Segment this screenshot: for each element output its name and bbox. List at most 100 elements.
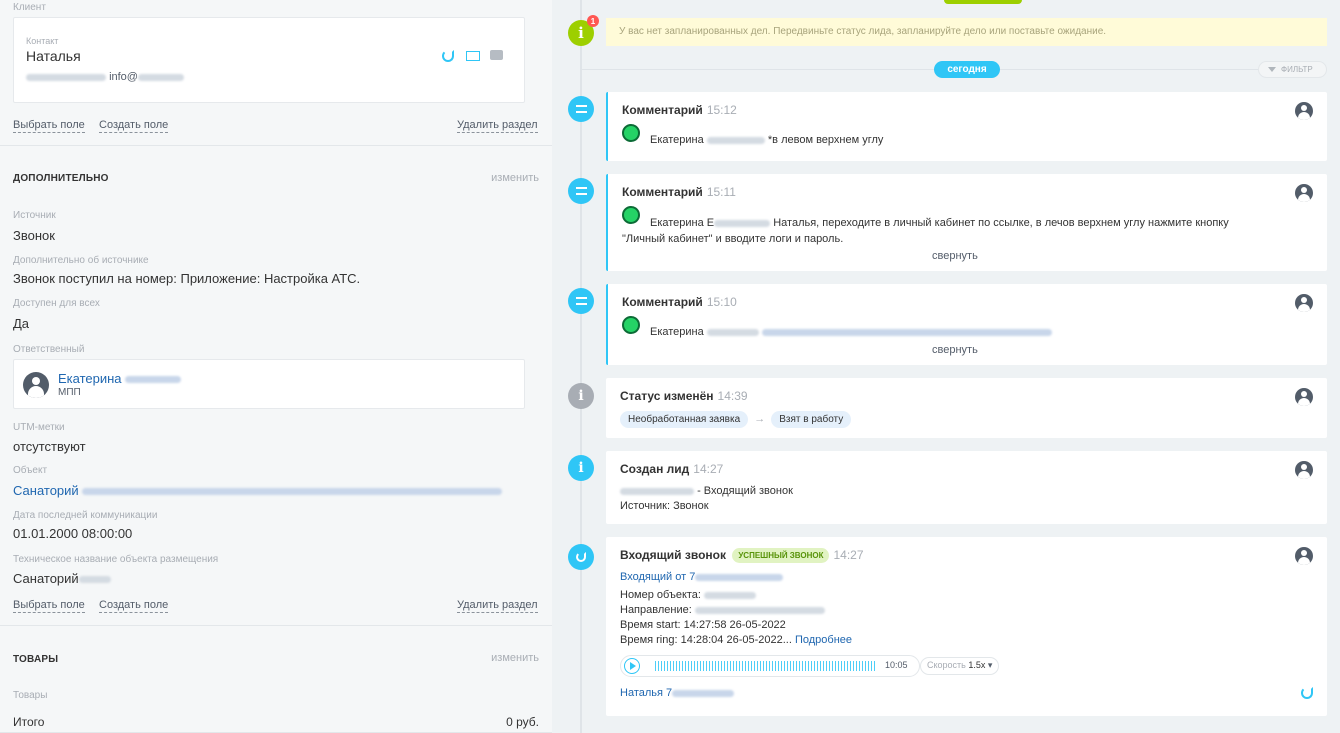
comment-text-1: Екатерина *в левом верхнем углу bbox=[650, 134, 884, 146]
user-icon-2[interactable] bbox=[1295, 184, 1313, 202]
responsible-label: Ответственный bbox=[13, 344, 85, 355]
collapse-link-2[interactable]: свернуть bbox=[932, 250, 978, 262]
phone-blurred bbox=[26, 73, 106, 81]
comment-item-3: Комментарий 15:10 Екатерина свернуть bbox=[606, 284, 1327, 365]
extra-heading: ДОПОЛНИТЕЛЬНО bbox=[13, 173, 109, 184]
responsible-role: МПП bbox=[58, 387, 81, 398]
left-panel: Клиент Контакт Наталья info@ Выбрать пол… bbox=[0, 0, 552, 733]
create-field-link[interactable]: Создать поле bbox=[99, 119, 169, 133]
user-icon-1[interactable] bbox=[1295, 102, 1313, 120]
utm-value: отсутствуют bbox=[13, 439, 86, 454]
speed-selector[interactable]: Скорость 1.5x ▾ bbox=[920, 657, 1000, 675]
comment-title-1: Комментарий 15:12 bbox=[622, 103, 737, 117]
call-item: Входящий звонок УСПЕШНЫЙ ЗВОНОК 14:27 Вхо… bbox=[606, 537, 1327, 716]
responsible-name[interactable]: Екатерина bbox=[58, 371, 182, 386]
call-ring: Время ring: 14:28:04 26-05-2022... Подро… bbox=[620, 634, 853, 646]
lead-line-1: - Входящий звонок bbox=[620, 485, 793, 497]
comment-text-3: Екатерина bbox=[650, 326, 1052, 338]
collapse-link-3[interactable]: свернуть bbox=[932, 344, 978, 356]
comment-icon-1 bbox=[568, 96, 594, 122]
object-value[interactable]: Санаторий bbox=[13, 483, 503, 498]
top-stage-button[interactable] bbox=[944, 0, 1022, 4]
whatsapp-icon-3 bbox=[622, 316, 640, 334]
whatsapp-icon-1 bbox=[622, 124, 640, 142]
filter-label: ФИЛЬТР bbox=[1281, 65, 1313, 74]
delete-section-link[interactable]: Удалить раздел bbox=[457, 119, 538, 133]
whatsapp-icon-2 bbox=[622, 206, 640, 224]
call-direction: Направление: bbox=[620, 604, 825, 616]
total-label: Итого bbox=[13, 715, 45, 729]
contact-name[interactable]: Наталья bbox=[26, 48, 81, 64]
source-extra-label: Дополнительно об источнике bbox=[13, 255, 149, 266]
tech-name-value: Санаторий bbox=[13, 571, 111, 586]
goods-heading: ТОВАРЫ bbox=[13, 654, 59, 665]
contact-email[interactable]: info@ bbox=[109, 71, 138, 83]
status-from: Необработанная заявка bbox=[620, 411, 749, 428]
contact-label: Контакт bbox=[26, 36, 59, 46]
call-back-icon[interactable] bbox=[1301, 687, 1313, 699]
lead-item: Создан лид 14:27 - Входящий звонок Источн… bbox=[606, 451, 1327, 524]
call-title: Входящий звонок УСПЕШНЫЙ ЗВОНОК 14:27 bbox=[620, 548, 864, 563]
status-change: Необработанная заявка → Взят в работу bbox=[620, 411, 852, 428]
call-from[interactable]: Входящий от 7 bbox=[620, 571, 784, 583]
email-blurred bbox=[137, 73, 184, 81]
call-icon bbox=[568, 544, 594, 570]
delete-section-link-2[interactable]: Удалить раздел bbox=[457, 599, 538, 613]
comment-title-2: Комментарий 15:11 bbox=[622, 185, 736, 199]
last-comm-value: 01.01.2000 08:00:00 bbox=[13, 526, 133, 541]
select-field-link[interactable]: Выбрать поле bbox=[13, 119, 85, 133]
call-more-link[interactable]: Подробнее bbox=[795, 634, 852, 646]
responsible-card[interactable]: Екатерина МПП bbox=[13, 359, 525, 409]
today-pill: сегодня bbox=[934, 61, 1000, 78]
mail-icon[interactable] bbox=[466, 51, 480, 61]
call-contact[interactable]: Наталья 7 bbox=[620, 687, 735, 699]
comment-title-3: Комментарий 15:10 bbox=[622, 295, 737, 309]
info-icon-status: i bbox=[568, 383, 594, 409]
comment-text-2: Екатерина Е Наталья, переходите в личный… bbox=[650, 217, 1229, 229]
waveform[interactable] bbox=[655, 661, 877, 671]
notice-badge: 1 bbox=[587, 15, 599, 27]
contact-card: Контакт Наталья info@ bbox=[13, 17, 525, 103]
client-section-label: Клиент bbox=[13, 2, 46, 13]
client-section: Клиент Контакт Наталья info@ Выбрать пол… bbox=[0, 0, 552, 146]
comment-text-2b: "Личный кабинет" и вводите логи и пароль… bbox=[622, 233, 844, 245]
user-icon-5[interactable] bbox=[1295, 461, 1313, 479]
user-icon-3[interactable] bbox=[1295, 294, 1313, 312]
total-value: 0 руб. bbox=[506, 715, 539, 729]
chat-icon[interactable] bbox=[490, 50, 503, 60]
source-extra-value: Звонок поступил на номер: Приложение: На… bbox=[13, 271, 361, 286]
call-success-badge: УСПЕШНЫЙ ЗВОНОК bbox=[732, 548, 830, 563]
call-duration: 10:05 bbox=[885, 660, 908, 670]
goods-edit-link[interactable]: изменить bbox=[491, 652, 539, 664]
status-title: Статус изменён 14:39 bbox=[620, 389, 748, 403]
lead-title: Создан лид 14:27 bbox=[620, 462, 724, 476]
public-label: Доступен для всех bbox=[13, 298, 100, 309]
info-icon-lead: i bbox=[568, 455, 594, 481]
filter-button[interactable]: ФИЛЬТР bbox=[1258, 61, 1327, 78]
goods-label: Товары bbox=[13, 690, 48, 701]
create-field-link-2[interactable]: Создать поле bbox=[99, 599, 169, 613]
utm-label: UTM-метки bbox=[13, 422, 65, 433]
user-icon-6[interactable] bbox=[1295, 547, 1313, 565]
object-label: Объект bbox=[13, 465, 48, 476]
last-comm-label: Дата последней коммуникации bbox=[13, 510, 158, 521]
lead-line-2: Источник: Звонок bbox=[620, 500, 709, 512]
play-icon bbox=[630, 662, 636, 670]
comment-item-1: Комментарий 15:12 Екатерина *в левом верх… bbox=[606, 92, 1327, 161]
extra-edit-link[interactable]: изменить bbox=[491, 172, 539, 184]
select-field-link-2[interactable]: Выбрать поле bbox=[13, 599, 85, 613]
avatar bbox=[23, 372, 49, 398]
status-item: Статус изменён 14:39 Необработанная заявк… bbox=[606, 378, 1327, 438]
audio-player: 10:05 bbox=[620, 655, 920, 677]
phone-icon[interactable] bbox=[442, 50, 454, 62]
public-value: Да bbox=[13, 316, 30, 331]
notice-banner: У вас нет запланированных дел. Передвинь… bbox=[606, 18, 1327, 46]
comment-icon-3 bbox=[568, 288, 594, 314]
tech-name-label: Техническое название объекта размещения bbox=[13, 554, 219, 565]
user-icon-4[interactable] bbox=[1295, 388, 1313, 406]
play-button[interactable] bbox=[624, 658, 640, 674]
goods-section: ТОВАРЫ изменить Товары Итого 0 руб. bbox=[0, 638, 552, 733]
contact-info: info@ bbox=[26, 71, 184, 83]
status-to: Взят в работу bbox=[771, 411, 852, 428]
filter-icon bbox=[1268, 67, 1276, 72]
